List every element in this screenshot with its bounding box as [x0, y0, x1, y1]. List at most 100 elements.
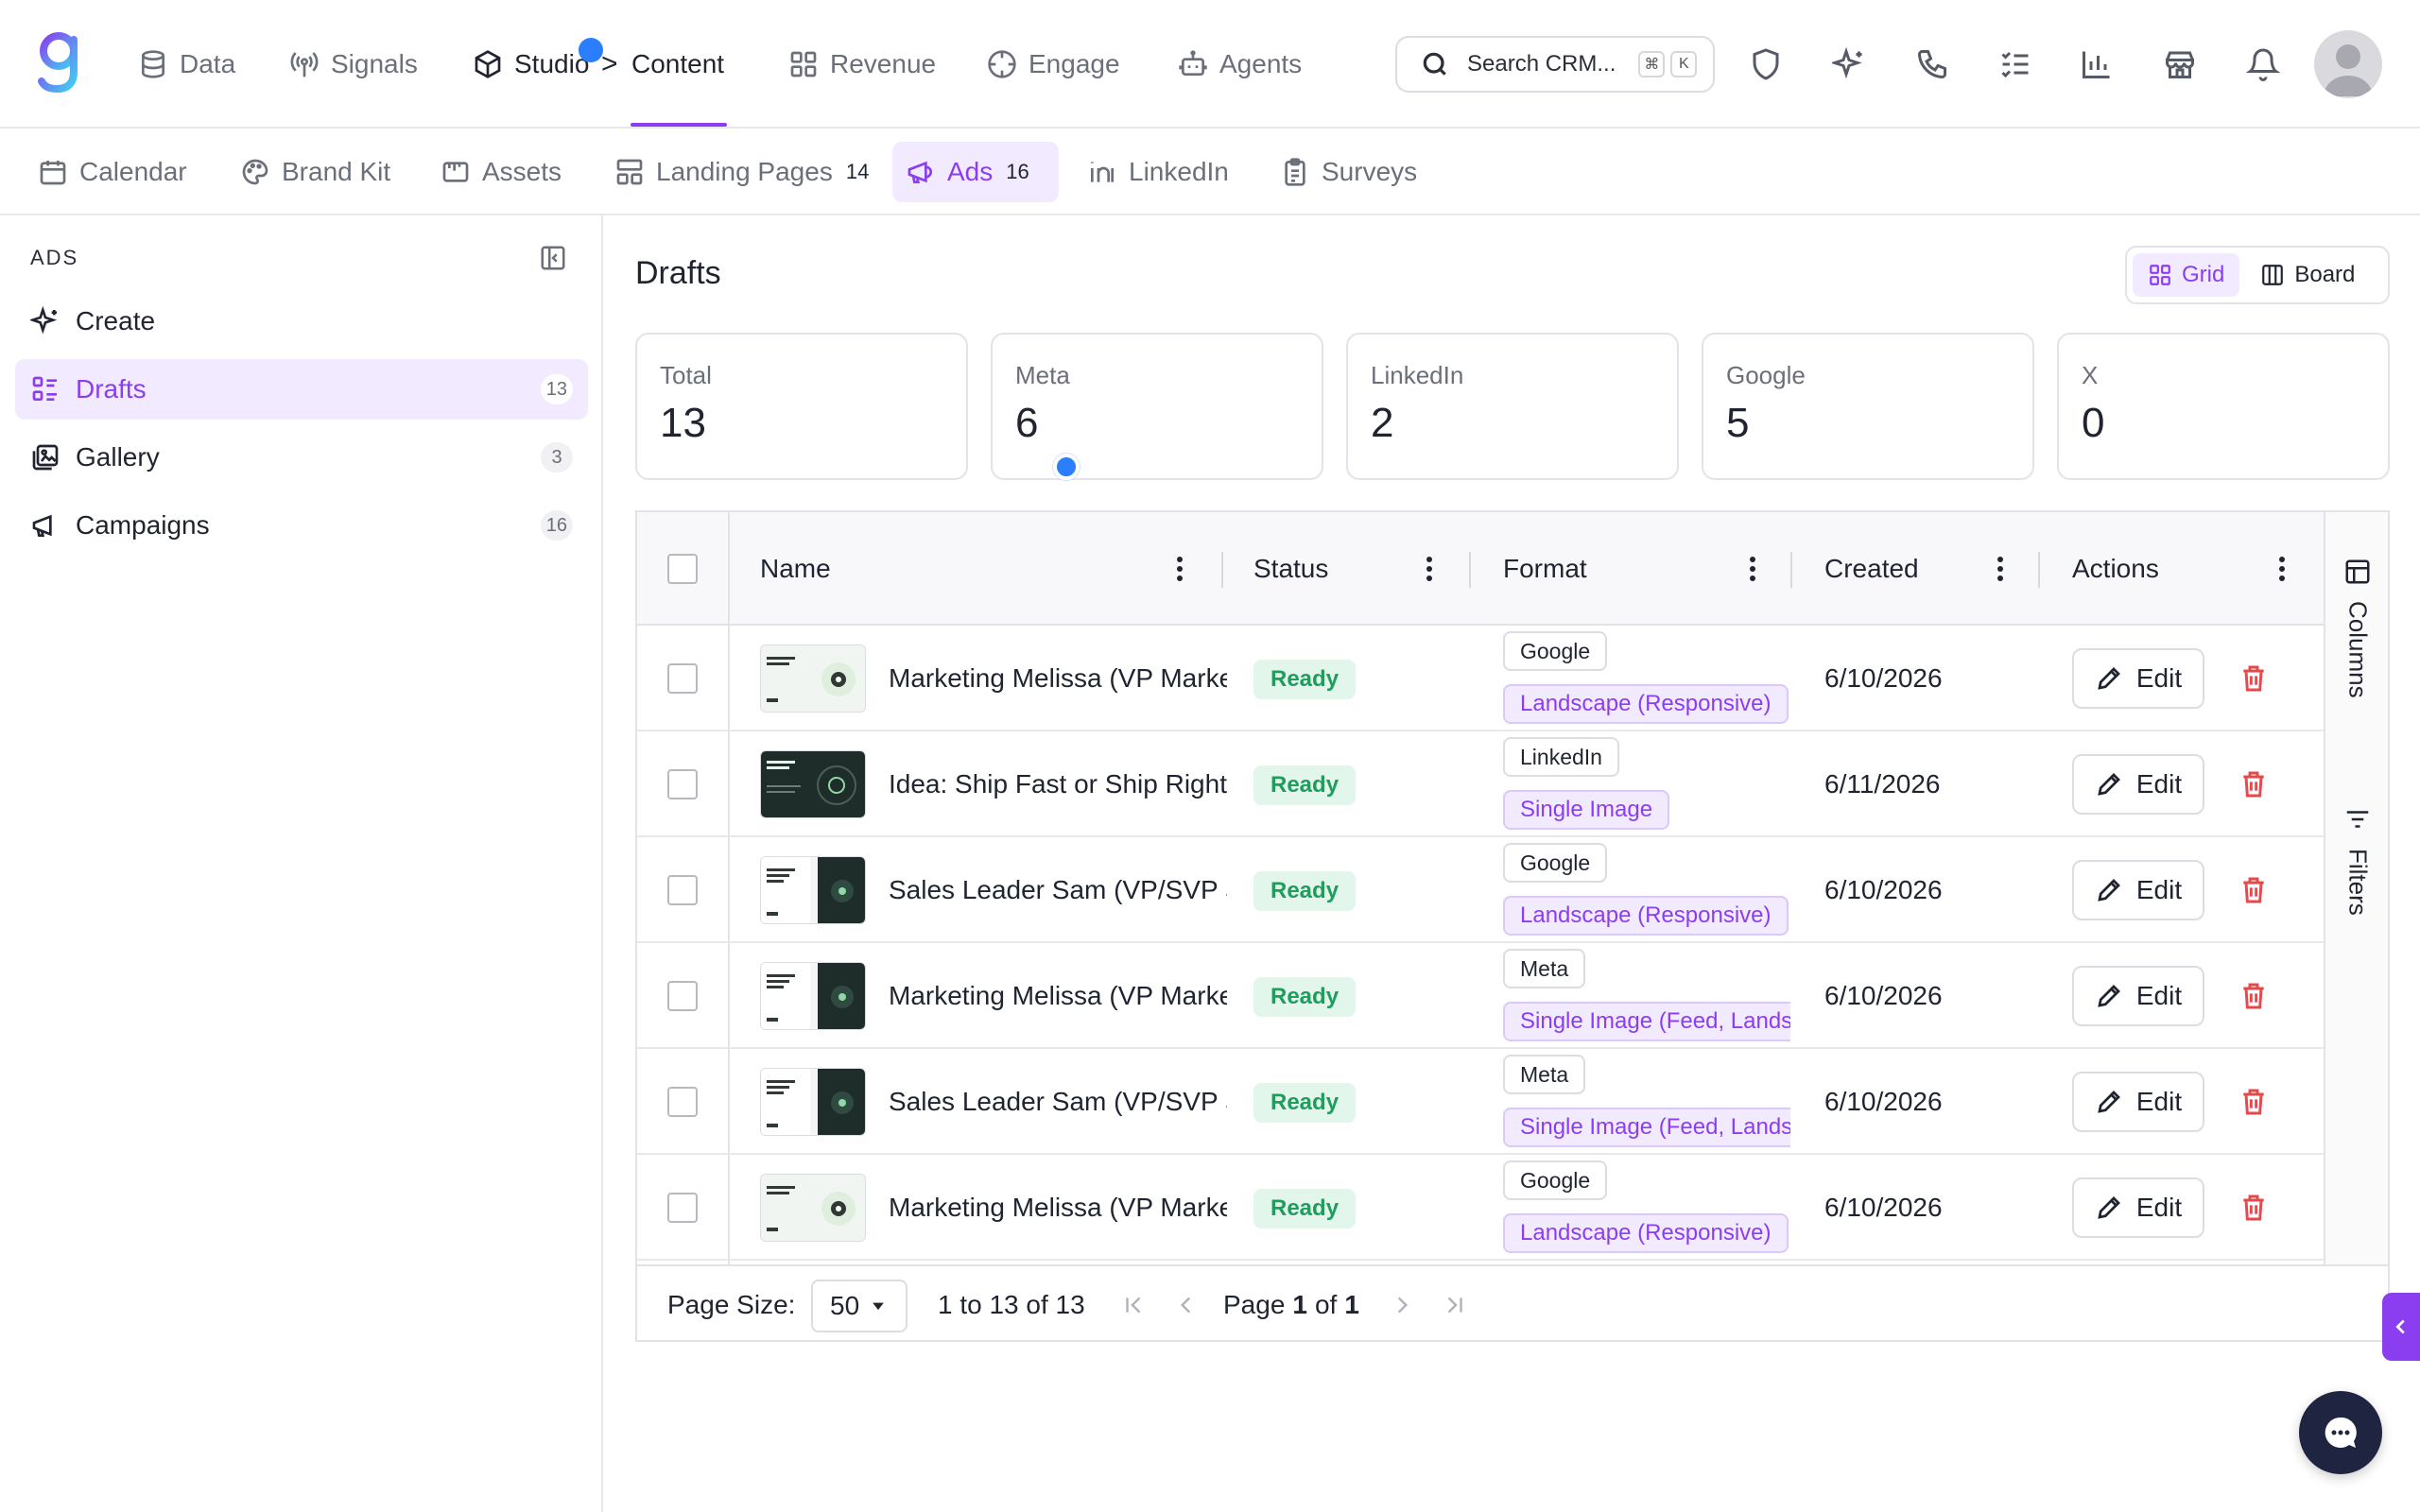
row-checkbox[interactable] — [667, 769, 698, 799]
column-header-format[interactable]: Format — [1503, 512, 1587, 626]
app-logo[interactable] — [34, 30, 83, 94]
table-row[interactable]: Sales Leader Sam (VP/SVP Sales) Ready Meta… — [637, 1049, 2324, 1155]
column-menu-icon[interactable] — [1176, 556, 1184, 582]
topnav-data[interactable]: Data — [138, 43, 235, 85]
tab-surveys[interactable]: Surveys — [1267, 142, 1430, 202]
ad-thumbnail[interactable] — [760, 962, 866, 1030]
first-page-icon[interactable] — [1121, 1293, 1146, 1317]
delete-button[interactable] — [2238, 769, 2269, 799]
column-resize-handle[interactable] — [2038, 552, 2040, 588]
stat-label: LinkedIn — [1371, 361, 1464, 389]
tab-calendar[interactable]: Calendar — [25, 142, 200, 202]
shortcut-k-key: K — [1670, 51, 1698, 77]
topnav-engage[interactable]: Engage — [987, 43, 1120, 85]
column-header-actions[interactable]: Actions — [2072, 512, 2159, 626]
table-row[interactable]: Marketing Melissa (VP Marketing) Ready Met… — [637, 943, 2324, 1049]
topnav-revenue[interactable]: Revenue — [788, 43, 936, 85]
ad-name[interactable]: Idea: Ship Fast or Ship Right — [889, 731, 1227, 837]
tab-landing-pages[interactable]: Landing Pages 14 — [601, 142, 882, 202]
pencil-icon — [2098, 1091, 2120, 1113]
checklist-icon[interactable] — [1998, 47, 2032, 81]
board-view-button[interactable]: Board — [2245, 253, 2370, 297]
column-header-status[interactable]: Status — [1253, 512, 1328, 626]
column-header-created[interactable]: Created — [1824, 512, 1919, 626]
topnav-content[interactable]: Content — [631, 43, 724, 85]
topnav-studio[interactable]: Studio — [473, 43, 589, 85]
tab-assets[interactable]: Assets — [427, 142, 575, 202]
delete-button[interactable] — [2238, 663, 2269, 694]
delete-button[interactable] — [2238, 981, 2269, 1011]
sidebar-item-gallery[interactable]: Gallery 3 — [15, 427, 588, 488]
delete-button[interactable] — [2238, 1193, 2269, 1223]
search-input[interactable]: Search CRM... ⌘ K — [1395, 36, 1715, 93]
shield-icon[interactable] — [1749, 47, 1783, 81]
table-row[interactable]: Sales Leader Sam (VP/SVP Sales) Ready Goog… — [637, 837, 2324, 943]
table-row[interactable]: Idea: Ship Fast or Ship Right Ready Linked… — [637, 731, 2324, 837]
select-all-checkbox[interactable] — [667, 554, 698, 584]
column-resize-handle[interactable] — [1221, 552, 1223, 588]
ad-thumbnail[interactable] — [760, 644, 866, 713]
columns-tool[interactable]: Columns — [2339, 558, 2377, 698]
row-checkbox[interactable] — [667, 1193, 698, 1223]
column-header-name[interactable]: Name — [760, 512, 831, 626]
grid-view-button[interactable]: Grid — [2133, 253, 2240, 297]
sparkle-icon[interactable] — [1832, 47, 1866, 81]
tab-brand-kit[interactable]: Brand Kit — [227, 142, 404, 202]
row-checkbox[interactable] — [667, 1087, 698, 1117]
edit-button[interactable]: Edit — [2072, 754, 2204, 815]
ad-thumbnail[interactable] — [760, 750, 866, 818]
previous-page-icon[interactable] — [1174, 1293, 1199, 1317]
topnav-signals[interactable]: Signals — [289, 43, 418, 85]
tab-linkedin[interactable]: LinkedIn — [1074, 142, 1242, 202]
last-page-icon[interactable] — [1443, 1293, 1467, 1317]
next-page-icon[interactable] — [1390, 1293, 1414, 1317]
ad-thumbnail[interactable] — [760, 1068, 866, 1136]
topnav-agents[interactable]: Agents — [1178, 43, 1302, 85]
row-checkbox[interactable] — [667, 981, 698, 1011]
ad-name[interactable]: Sales Leader Sam (VP/SVP Sales) — [889, 1049, 1227, 1155]
row-checkbox[interactable] — [667, 875, 698, 905]
stat-card-total: Total 13 — [635, 333, 968, 480]
column-menu-icon[interactable] — [1996, 556, 2004, 582]
edit-button[interactable]: Edit — [2072, 1072, 2204, 1132]
ad-name[interactable]: Marketing Melissa (VP Marketing) — [889, 943, 1227, 1049]
edit-button[interactable]: Edit — [2072, 648, 2204, 709]
column-resize-handle[interactable] — [1790, 552, 1792, 588]
phone-icon[interactable] — [1915, 47, 1949, 81]
sidebar-item-create[interactable]: Create — [15, 291, 588, 352]
ad-name[interactable]: Sales Leader Sam (VP/SVP Sales) — [889, 837, 1227, 943]
delete-button[interactable] — [2238, 875, 2269, 905]
pencil-icon — [2098, 667, 2120, 690]
bar-chart-icon[interactable] — [2080, 47, 2114, 81]
chat-launcher-button[interactable] — [2299, 1391, 2382, 1474]
ad-name[interactable]: Marketing Melissa (VP Marketing) — [889, 1155, 1227, 1261]
store-icon[interactable] — [2163, 47, 2197, 81]
column-resize-handle[interactable] — [1469, 552, 1471, 588]
ad-thumbnail[interactable] — [760, 1174, 866, 1242]
row-checkbox[interactable] — [667, 663, 698, 694]
user-avatar[interactable] — [2314, 30, 2382, 98]
edit-button[interactable]: Edit — [2072, 966, 2204, 1026]
table-row[interactable]: Marketing Melissa (VP Marketing) Ready Goo… — [637, 626, 2324, 731]
ad-name[interactable]: Marketing Melissa (VP Marketing) — [889, 626, 1227, 731]
ad-thumbnail[interactable] — [760, 856, 866, 924]
sidebar-item-drafts[interactable]: Drafts 13 — [15, 359, 588, 420]
tab-ads[interactable]: Ads 16 — [892, 142, 1059, 202]
sidebar-item-campaigns[interactable]: Campaigns 16 — [15, 495, 588, 556]
delete-button[interactable] — [2238, 1087, 2269, 1117]
status-badge: Ready — [1253, 977, 1357, 1017]
collapse-sidebar-icon[interactable] — [539, 244, 567, 272]
column-menu-icon[interactable] — [2278, 556, 2286, 582]
bell-icon[interactable] — [2246, 47, 2280, 81]
edit-button[interactable]: Edit — [2072, 860, 2204, 920]
filters-tool[interactable]: Filters — [2339, 805, 2377, 916]
status-badge: Ready — [1253, 1189, 1357, 1228]
column-menu-icon[interactable] — [1426, 556, 1433, 582]
column-menu-icon[interactable] — [1749, 556, 1756, 582]
format-tag: Single Image — [1503, 790, 1670, 830]
chat-bubble-icon — [2325, 1417, 2357, 1448]
page-size-select[interactable]: 50 — [811, 1280, 908, 1332]
table-row[interactable]: Marketing Melissa (VP Marketing) Ready Goo… — [637, 1155, 2324, 1261]
expand-panel-tab[interactable] — [2382, 1293, 2420, 1361]
edit-button[interactable]: Edit — [2072, 1177, 2204, 1238]
